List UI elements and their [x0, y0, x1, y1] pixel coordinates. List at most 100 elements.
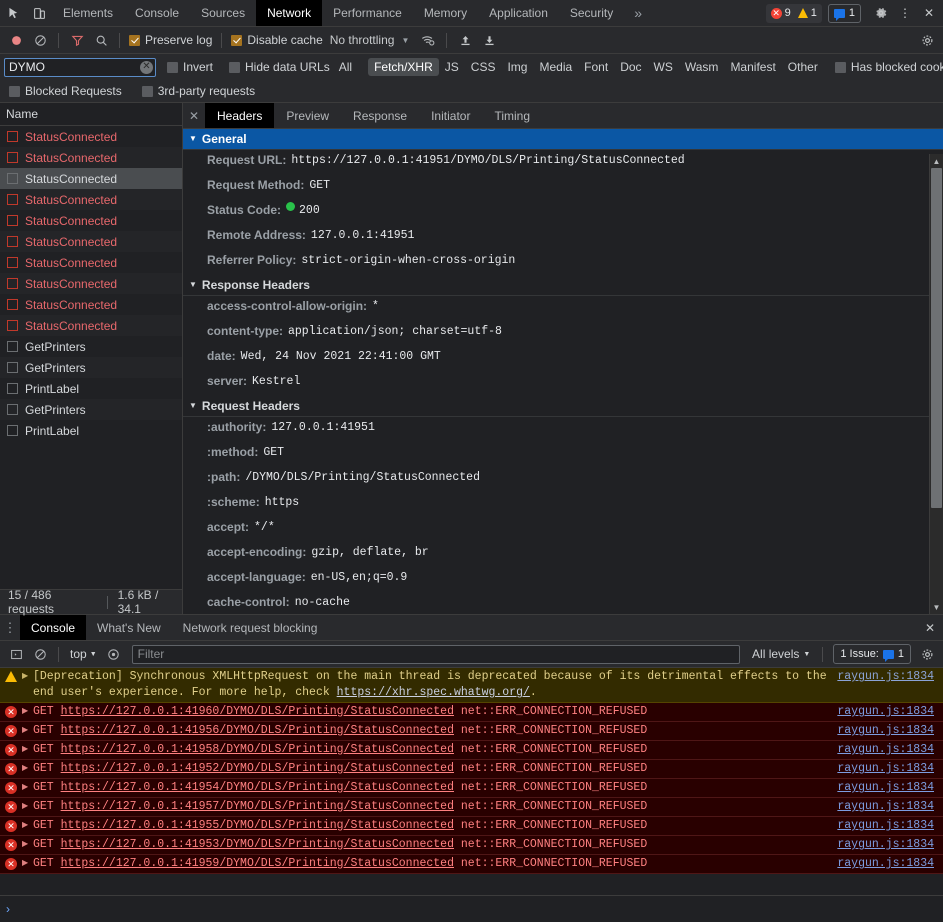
request-list-item[interactable]: StatusConnected [0, 294, 182, 315]
filter-type-media[interactable]: Media [533, 58, 578, 76]
console-message[interactable]: ✕▶GET https://127.0.0.1:41960/DYMO/DLS/P… [0, 703, 943, 722]
console-message-url[interactable]: https://127.0.0.1:41960/DYMO/DLS/Printin… [61, 705, 454, 718]
detail-tab-preview[interactable]: Preview [274, 103, 341, 128]
console-message-url[interactable]: https://127.0.0.1:41958/DYMO/DLS/Printin… [61, 743, 454, 756]
request-list-item[interactable]: PrintLabel [0, 378, 182, 399]
import-har-icon[interactable] [453, 28, 477, 52]
clear-console-icon[interactable] [28, 642, 52, 666]
request-list-item[interactable]: StatusConnected [0, 147, 182, 168]
tab-network[interactable]: Network [256, 0, 322, 26]
console-log-levels-select[interactable]: All levels ▼ [746, 647, 816, 661]
tab-elements[interactable]: Elements [52, 0, 124, 26]
headers-scrollbar[interactable]: ▲ ▼ [929, 154, 943, 614]
request-list[interactable]: StatusConnectedStatusConnectedStatusConn… [0, 126, 182, 589]
console-message-source-link[interactable]: raygun.js:1834 [837, 742, 943, 758]
console-issues-button[interactable]: 1 Issue: 1 [833, 644, 911, 664]
close-drawer-icon[interactable]: ✕ [917, 615, 943, 640]
filter-funnel-icon[interactable] [65, 28, 89, 52]
blocked-requests-checkbox[interactable]: Blocked Requests [6, 84, 125, 98]
drawer-tab-console[interactable]: Console [20, 615, 86, 640]
console-message-source-link[interactable]: raygun.js:1834 [837, 799, 943, 815]
expand-triangle-icon[interactable]: ▶ [22, 799, 33, 815]
console-message[interactable]: ✕▶GET https://127.0.0.1:41955/DYMO/DLS/P… [0, 817, 943, 836]
filter-type-manifest[interactable]: Manifest [724, 58, 781, 76]
search-icon[interactable] [89, 28, 113, 52]
request-list-item[interactable]: GetPrinters [0, 336, 182, 357]
tab-sources[interactable]: Sources [190, 0, 256, 26]
hide-data-urls-checkbox[interactable]: Hide data URLs [226, 60, 333, 74]
request-list-item[interactable]: StatusConnected [0, 252, 182, 273]
filter-type-css[interactable]: CSS [465, 58, 502, 76]
request-list-item[interactable]: StatusConnected [0, 168, 182, 189]
filter-type-all[interactable]: All [333, 58, 358, 76]
console-message[interactable]: ✕▶GET https://127.0.0.1:41954/DYMO/DLS/P… [0, 779, 943, 798]
device-toolbar-icon[interactable] [26, 0, 52, 26]
chevron-down-icon[interactable]: ▼ [398, 36, 416, 45]
filter-type-ws[interactable]: WS [648, 58, 679, 76]
error-warning-counter[interactable]: ✕ 9 1 [766, 4, 822, 23]
console-message-source-link[interactable]: raygun.js:1834 [837, 704, 943, 720]
expand-triangle-icon[interactable]: ▶ [22, 818, 33, 834]
console-message-list[interactable]: ▶[Deprecation] Synchronous XMLHttpReques… [0, 668, 943, 895]
has-blocked-cookies-checkbox[interactable]: Has blocked cookies [832, 60, 943, 74]
request-list-item[interactable]: GetPrinters [0, 357, 182, 378]
settings-gear-icon[interactable] [869, 0, 893, 26]
expand-triangle-icon[interactable]: ▶ [22, 742, 33, 758]
scrollbar-thumb[interactable] [931, 168, 942, 508]
console-message-source-link[interactable]: raygun.js:1834 [837, 856, 943, 872]
detail-tab-headers[interactable]: Headers [205, 103, 274, 128]
filter-type-other[interactable]: Other [782, 58, 824, 76]
message-counter[interactable]: 1 [828, 4, 861, 23]
console-message[interactable]: ✕▶GET https://127.0.0.1:41956/DYMO/DLS/P… [0, 722, 943, 741]
network-settings-gear-icon[interactable] [915, 28, 939, 52]
tab-memory[interactable]: Memory [413, 0, 478, 26]
request-list-item[interactable]: StatusConnected [0, 210, 182, 231]
expand-triangle-icon[interactable]: ▶ [22, 669, 33, 685]
request-list-item[interactable]: StatusConnected [0, 189, 182, 210]
third-party-requests-checkbox[interactable]: 3rd-party requests [139, 84, 258, 98]
throttling-select[interactable]: No throttling [326, 33, 399, 47]
expand-triangle-icon[interactable]: ▶ [22, 780, 33, 796]
console-filter-input[interactable] [132, 645, 740, 664]
expand-triangle-icon[interactable]: ▶ [22, 723, 33, 739]
drawer-more-options-icon[interactable]: ⋮ [0, 615, 20, 640]
live-expression-icon[interactable] [102, 642, 126, 666]
console-settings-gear-icon[interactable] [915, 642, 939, 666]
console-message[interactable]: ✕▶GET https://127.0.0.1:41952/DYMO/DLS/P… [0, 760, 943, 779]
tab-console[interactable]: Console [124, 0, 190, 26]
console-message-url[interactable]: https://127.0.0.1:41959/DYMO/DLS/Printin… [61, 857, 454, 870]
expand-triangle-icon[interactable]: ▶ [22, 856, 33, 872]
record-button[interactable] [4, 28, 28, 52]
console-message-url[interactable]: https://127.0.0.1:41957/DYMO/DLS/Printin… [61, 800, 454, 813]
console-message[interactable]: ✕▶GET https://127.0.0.1:41953/DYMO/DLS/P… [0, 836, 943, 855]
network-filter-input[interactable] [4, 58, 156, 77]
console-message[interactable]: ✕▶GET https://127.0.0.1:41959/DYMO/DLS/P… [0, 855, 943, 874]
filter-type-img[interactable]: Img [501, 58, 533, 76]
tab-application[interactable]: Application [478, 0, 559, 26]
request-list-item[interactable]: StatusConnected [0, 126, 182, 147]
section-header-general[interactable]: ▼ General [183, 129, 943, 150]
inspect-element-icon[interactable] [0, 0, 26, 26]
console-message-url[interactable]: https://127.0.0.1:41953/DYMO/DLS/Printin… [61, 838, 454, 851]
console-context-selector[interactable]: top ▼ [65, 647, 102, 661]
filter-type-font[interactable]: Font [578, 58, 614, 76]
expand-triangle-icon[interactable]: ▶ [22, 704, 33, 720]
scroll-up-icon[interactable]: ▲ [930, 154, 943, 168]
clear-button[interactable] [28, 28, 52, 52]
console-message[interactable]: ✕▶GET https://127.0.0.1:41957/DYMO/DLS/P… [0, 798, 943, 817]
request-list-item[interactable]: StatusConnected [0, 273, 182, 294]
detail-tab-timing[interactable]: Timing [482, 103, 542, 128]
request-list-header[interactable]: Name [0, 103, 182, 126]
console-message-url[interactable]: https://127.0.0.1:41956/DYMO/DLS/Printin… [61, 724, 454, 737]
console-sidebar-icon[interactable] [4, 642, 28, 666]
request-list-item[interactable]: StatusConnected [0, 231, 182, 252]
more-tabs-button[interactable]: » [624, 0, 652, 26]
filter-type-fetch-xhr[interactable]: Fetch/XHR [368, 58, 439, 76]
section-header-request[interactable]: ▼ Request Headers [183, 396, 943, 417]
console-message-source-link[interactable]: raygun.js:1834 [837, 669, 943, 685]
console-message-url[interactable]: https://127.0.0.1:41952/DYMO/DLS/Printin… [61, 762, 454, 775]
preserve-log-checkbox[interactable]: Preserve log [126, 33, 215, 47]
invert-checkbox[interactable]: Invert [164, 60, 216, 74]
expand-triangle-icon[interactable]: ▶ [22, 837, 33, 853]
close-devtools-icon[interactable]: ✕ [917, 0, 941, 26]
